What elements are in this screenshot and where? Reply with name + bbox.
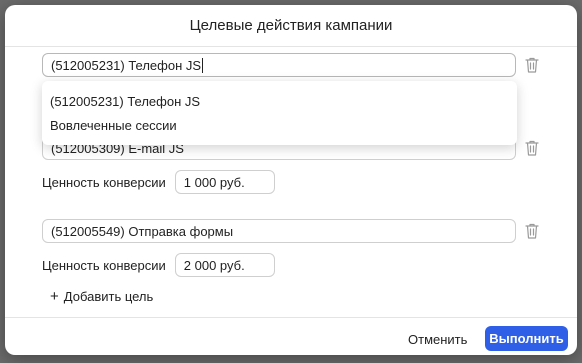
goal-select-3-value: (512005549) Отправка формы	[51, 223, 234, 239]
dialog-title: Целевые действия кампании	[189, 17, 393, 34]
campaign-goals-dialog: Целевые действия кампании (512005231) Те…	[5, 5, 577, 355]
add-goal-button[interactable]: + Добавить цель	[50, 289, 153, 304]
plus-icon: +	[50, 288, 59, 305]
trash-icon[interactable]	[524, 56, 540, 74]
conversion-value-label: Ценность конверсии	[42, 174, 166, 190]
dialog-header: Целевые действия кампании	[5, 5, 577, 47]
goal-select-3[interactable]: (512005549) Отправка формы	[42, 219, 516, 243]
dropdown-option[interactable]: Вовлеченные сессии	[42, 113, 517, 137]
goal-select-1-value: (512005231) Телефон JS	[51, 57, 202, 73]
trash-icon[interactable]	[524, 139, 540, 157]
run-button[interactable]: Выполнить	[485, 326, 568, 351]
text-caret	[202, 57, 204, 73]
conversion-value-row-2: Ценность конверсии 1 000 руб.	[42, 170, 275, 194]
goal-dropdown: (512005231) Телефон JS Вовлеченные сесси…	[42, 81, 517, 145]
goal-row-3: (512005549) Отправка формы	[42, 219, 572, 243]
cancel-button[interactable]: Отменить	[404, 327, 471, 351]
goal-row-1: (512005231) Телефон JS	[42, 53, 572, 77]
conversion-value-input-2[interactable]: 1 000 руб.	[174, 170, 275, 194]
trash-icon[interactable]	[524, 222, 540, 240]
goal-select-1[interactable]: (512005231) Телефон JS	[42, 53, 516, 77]
conversion-value-label: Ценность конверсии	[42, 257, 166, 273]
conversion-value-row-3: Ценность конверсии 2 000 руб.	[42, 253, 275, 277]
add-goal-label: Добавить цель	[63, 289, 154, 304]
conversion-value-input-3[interactable]: 2 000 руб.	[174, 253, 275, 277]
dialog-footer: Отменить Выполнить	[5, 317, 577, 355]
dropdown-option[interactable]: (512005231) Телефон JS	[42, 89, 517, 113]
